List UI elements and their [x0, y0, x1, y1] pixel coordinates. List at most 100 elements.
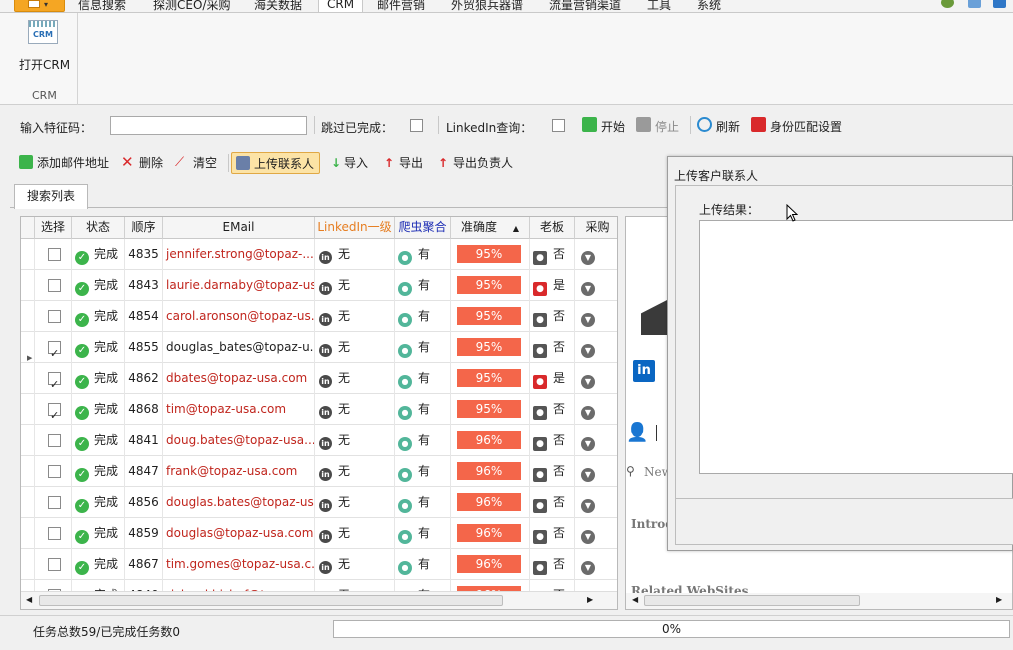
- order-cell: 4835: [125, 239, 163, 270]
- table-row[interactable]: ✓ 完成 4843 laurie.darnaby@topaz-us... in 无 ● 有 95…: [21, 270, 617, 301]
- cart-icon: ▼: [581, 530, 595, 544]
- open-crm-button[interactable]: 打开CRM: [19, 56, 70, 73]
- scroll-left-icon[interactable]: ◀: [632, 595, 638, 604]
- col-crawler[interactable]: 爬虫聚合: [395, 217, 451, 239]
- col-order[interactable]: 顺序: [125, 217, 163, 239]
- table-row[interactable]: ✓ 完成 4835 jennifer.strong@topaz-... in 无 ● 有 95%…: [21, 239, 617, 270]
- col-accuracy[interactable]: 准确度 ▲: [451, 217, 530, 239]
- row-select-checkbox[interactable]: [48, 434, 61, 447]
- row-select-checkbox[interactable]: [48, 339, 61, 363]
- linkedin-query-checkbox[interactable]: [552, 119, 565, 132]
- refresh-button[interactable]: 刷新: [716, 118, 740, 135]
- table-row[interactable]: ✓完成4868tim@topaz-usa.comin无●有95%●否▼: [21, 394, 617, 425]
- row-select-checkbox[interactable]: [48, 465, 61, 478]
- delete-button[interactable]: 删除: [139, 152, 163, 174]
- settings-gear-icon[interactable]: [941, 0, 954, 8]
- boss-cell: ● 是: [530, 270, 575, 301]
- import-button[interactable]: 导入: [344, 152, 368, 174]
- info-icon[interactable]: [993, 0, 1006, 8]
- progress-percent: 0%: [661, 622, 682, 636]
- row-select-checkbox[interactable]: [48, 370, 61, 394]
- menu-weapons[interactable]: 外贸狼兵器谱: [451, 0, 523, 12]
- email-cell[interactable]: jennifer.strong@topaz-...: [163, 239, 315, 270]
- menu-info-search[interactable]: 信息搜索: [78, 0, 126, 12]
- email-cell[interactable]: frank@topaz-usa.com: [163, 456, 315, 487]
- upload-result-box[interactable]: [699, 220, 1013, 474]
- row-select-checkbox[interactable]: [48, 279, 61, 292]
- crm-icon[interactable]: CRM: [28, 20, 58, 44]
- clear-button[interactable]: 清空: [193, 152, 217, 174]
- crawler-value: 有: [418, 402, 431, 416]
- scroll-right-icon[interactable]: ▶: [587, 595, 593, 604]
- email-cell[interactable]: dbates@topaz-usa.com: [163, 363, 315, 394]
- table-row[interactable]: ✓ 完成 4867 tim.gomes@topaz-usa.c... in 无 ● 有 96% ●…: [21, 549, 617, 580]
- skip-done-checkbox[interactable]: [410, 119, 423, 132]
- col-status[interactable]: 状态: [72, 217, 125, 239]
- upload-contacts-button[interactable]: 上传联系人: [231, 152, 321, 174]
- stop-button[interactable]: 停止: [655, 118, 679, 135]
- select-cell: [35, 394, 72, 425]
- col-linkedin[interactable]: LinkedIn一级: [315, 217, 395, 239]
- table-row[interactable]: ✓ 完成 4841 doug.bates@topaz-usa.... in 无 ● 有 96% ●…: [21, 425, 617, 456]
- email-cell[interactable]: laurie.darnaby@topaz-us...: [163, 270, 315, 301]
- row-select-checkbox[interactable]: [48, 248, 61, 261]
- email-cell[interactable]: douglas@topaz-usa.com: [163, 518, 315, 549]
- row-select-checkbox[interactable]: [48, 401, 61, 425]
- row-select-checkbox[interactable]: [48, 527, 61, 540]
- table-row[interactable]: ✓完成4862dbates@topaz-usa.comin无●有95%●是▼: [21, 363, 617, 394]
- menu-customs-data[interactable]: 海关数据: [254, 0, 302, 12]
- menu-email-marketing[interactable]: 邮件营销: [377, 0, 425, 12]
- email-cell[interactable]: carol.aronson@topaz-us...: [163, 301, 315, 332]
- crawler-icon: ●: [398, 437, 412, 451]
- row-select-checkbox[interactable]: [48, 558, 61, 571]
- add-email-icon: [19, 155, 33, 169]
- tab-search-list[interactable]: 搜索列表: [14, 184, 88, 209]
- linkedin-cell: in 无: [315, 363, 395, 394]
- linkedin-cell: in 无: [315, 518, 395, 549]
- swap-icon[interactable]: [968, 0, 981, 8]
- row-select-checkbox[interactable]: [48, 496, 61, 509]
- menu-ceo-detect[interactable]: 探测CEO/采购: [153, 0, 230, 12]
- linkedin-value: 无: [338, 464, 351, 478]
- table-row[interactable]: ▶✓完成4855douglas_bates@topaz-u...in无●有95%…: [21, 332, 617, 363]
- email-cell[interactable]: tim@topaz-usa.com: [163, 394, 315, 425]
- col-purchase[interactable]: 采购: [575, 217, 617, 239]
- table-row[interactable]: ✓ 完成 4854 carol.aronson@topaz-us... in 无 ● 有 95%…: [21, 301, 617, 332]
- menu-crm[interactable]: CRM: [318, 0, 364, 12]
- sort-asc-icon: ▲: [512, 224, 519, 233]
- col-boss[interactable]: 老板: [530, 217, 575, 239]
- email-cell[interactable]: douglas.bates@topaz-us...: [163, 487, 315, 518]
- grid-horizontal-scrollbar[interactable]: ◀ ▶: [21, 591, 617, 609]
- code-input[interactable]: [110, 116, 307, 135]
- identity-match-settings-button[interactable]: 身份匹配设置: [770, 118, 842, 135]
- cart-icon: ▼: [581, 282, 595, 296]
- export-owner-button[interactable]: 导出负责人: [453, 152, 513, 174]
- menu-tools[interactable]: 工具: [647, 0, 671, 12]
- linkedin-icon[interactable]: in: [633, 360, 655, 382]
- export-button[interactable]: 导出: [399, 152, 423, 174]
- grid-horizontal-thumb[interactable]: [39, 595, 503, 606]
- detail-horizontal-thumb[interactable]: [644, 595, 860, 606]
- email-cell[interactable]: douglas_bates@topaz-u...: [163, 332, 315, 363]
- accuracy-cell: 95%: [451, 363, 530, 394]
- table-row[interactable]: ✓ 完成 4859 douglas@topaz-usa.com in 无 ● 有 96% ● 否 ▼: [21, 518, 617, 549]
- col-email[interactable]: EMail: [163, 217, 315, 239]
- col-select[interactable]: 选择: [35, 217, 72, 239]
- start-button[interactable]: 开始: [601, 118, 625, 135]
- email-cell[interactable]: doug.bates@topaz-usa....: [163, 425, 315, 456]
- row-select-checkbox[interactable]: [48, 310, 61, 323]
- menu-traffic-channels[interactable]: 流量营销渠道: [549, 0, 621, 12]
- table-row[interactable]: ✓ 完成 4856 douglas.bates@topaz-us... in 无 ● 有 96%…: [21, 487, 617, 518]
- detail-horizontal-scrollbar[interactable]: ◀ ▶: [626, 593, 1012, 609]
- scroll-left-icon[interactable]: ◀: [26, 595, 32, 604]
- email-cell[interactable]: tim.gomes@topaz-usa.c...: [163, 549, 315, 580]
- menu-system[interactable]: 系统: [697, 0, 721, 12]
- app-menu-button[interactable]: ▾: [14, 0, 65, 12]
- accuracy-badge: 96%: [457, 524, 521, 542]
- select-cell: [35, 549, 72, 580]
- boss-cell: ●否: [530, 456, 575, 487]
- ribbon-group-crm: CRM 打开CRM CRM: [10, 13, 78, 105]
- add-email-button[interactable]: 添加邮件地址: [37, 152, 109, 174]
- scroll-right-icon[interactable]: ▶: [996, 595, 1002, 604]
- table-row[interactable]: ✓ 完成 4847 frank@topaz-usa.com in 无 ● 有 96% ● 否 ▼: [21, 456, 617, 487]
